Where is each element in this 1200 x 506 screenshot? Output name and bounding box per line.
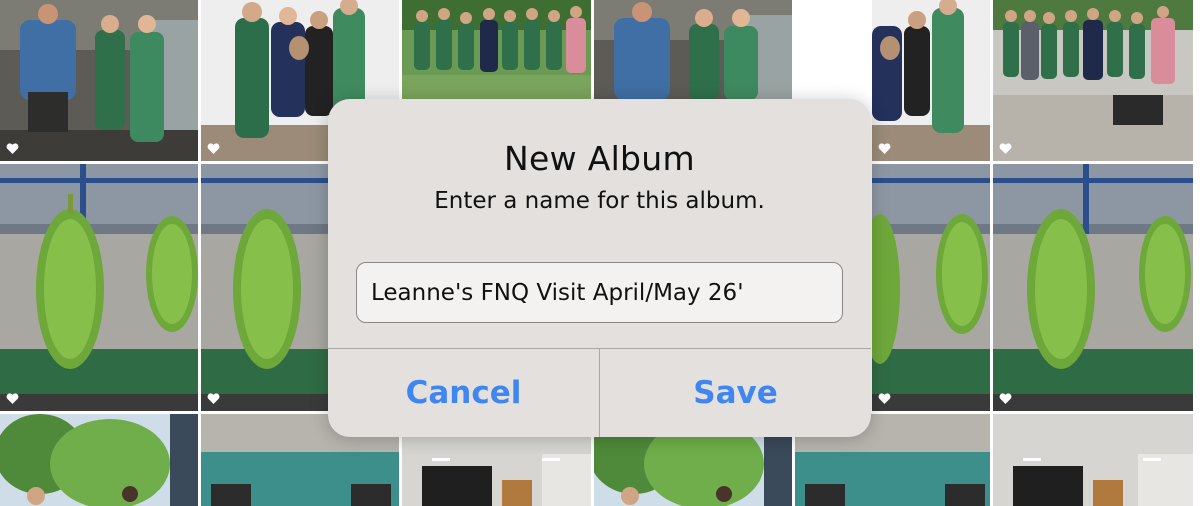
album-name-input[interactable] xyxy=(356,262,843,323)
favorite-heart-icon xyxy=(999,143,1012,155)
photo-thumbnail[interactable] xyxy=(872,164,990,411)
favorite-heart-icon xyxy=(207,143,220,155)
new-album-dialog: New Album Enter a name for this album. C… xyxy=(328,99,871,437)
photo-thumbnail[interactable] xyxy=(0,414,198,506)
photo-thumbnail[interactable] xyxy=(0,0,198,161)
favorite-heart-icon xyxy=(207,393,220,405)
photo-thumbnail[interactable] xyxy=(993,414,1193,506)
photo-thumbnail[interactable] xyxy=(201,164,328,411)
dialog-title: New Album xyxy=(504,139,695,178)
photo-thumbnail[interactable] xyxy=(993,164,1193,411)
favorite-heart-icon xyxy=(6,143,19,155)
photo-thumbnail[interactable] xyxy=(872,0,990,161)
favorite-heart-icon xyxy=(999,393,1012,405)
cancel-button[interactable]: Cancel xyxy=(328,349,599,437)
favorite-heart-icon xyxy=(878,143,891,155)
favorite-heart-icon xyxy=(6,393,19,405)
dialog-message: Enter a name for this album. xyxy=(434,188,765,214)
favorite-heart-icon xyxy=(878,393,891,405)
photo-thumbnail[interactable] xyxy=(993,0,1193,161)
photo-thumbnail[interactable] xyxy=(0,164,198,411)
photo-thumbnail[interactable] xyxy=(594,0,792,100)
save-button[interactable]: Save xyxy=(600,349,871,437)
photo-thumbnail[interactable] xyxy=(402,0,591,100)
